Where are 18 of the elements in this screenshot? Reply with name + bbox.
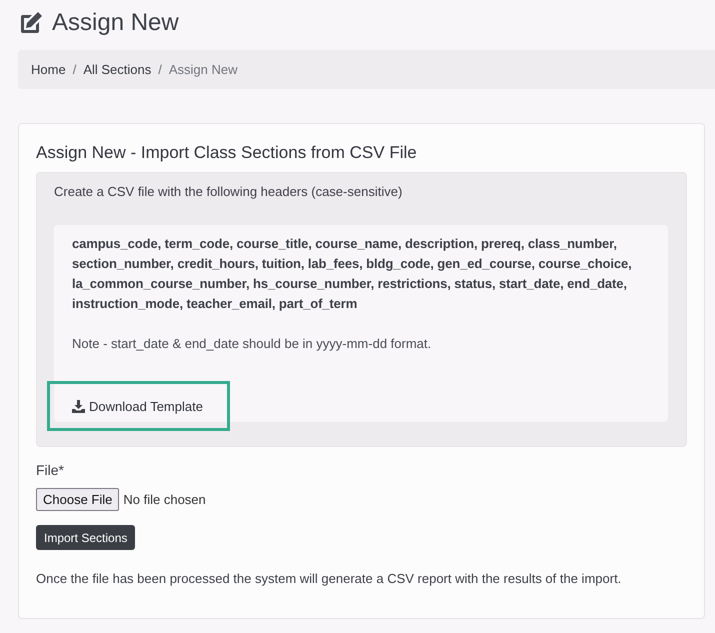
date-format-note: Note - start_date & end_date should be in yyyy-mm-dd format. [72, 335, 432, 353]
csv-headers-text: campus_code, term_code, course_title, course_name, description, prereq, class_number, section_number, credit_hours, tuition, lab_fees, bldg_code, gen_ed_course, course_choice, la_common_course_number, hs_course_number, restrictions, status, start_date, end_date, instruction_mode, teacher_email, part_of_term [72, 235, 633, 313]
report-note: Once the file has been processed the system will generate a CSV report with the results of the import. [36, 570, 622, 588]
download-template-button[interactable]: Download Template [47, 381, 230, 431]
file-label: File* [36, 461, 66, 479]
breadcrumb-separator: / [72, 62, 78, 77]
breadcrumb-link[interactable]: All Sections [83, 62, 152, 77]
breadcrumb-link[interactable]: Home [31, 62, 66, 77]
edit-icon [18, 11, 44, 35]
card-title: Assign New - Import Class Sections from CSV File [36, 142, 418, 164]
page-title: Assign New [52, 8, 179, 38]
instructions-text: Create a CSV file with the following headers (case-sensitive) [54, 183, 404, 201]
breadcrumb-current-page: Assign New [168, 62, 238, 77]
breadcrumb-separator: / [157, 62, 163, 77]
choose-file-button[interactable]: Choose File [36, 488, 120, 511]
import-sections-button[interactable]: Import Sections [36, 525, 136, 550]
file-status-text: No file chosen [123, 492, 206, 507]
download-icon [72, 400, 85, 413]
